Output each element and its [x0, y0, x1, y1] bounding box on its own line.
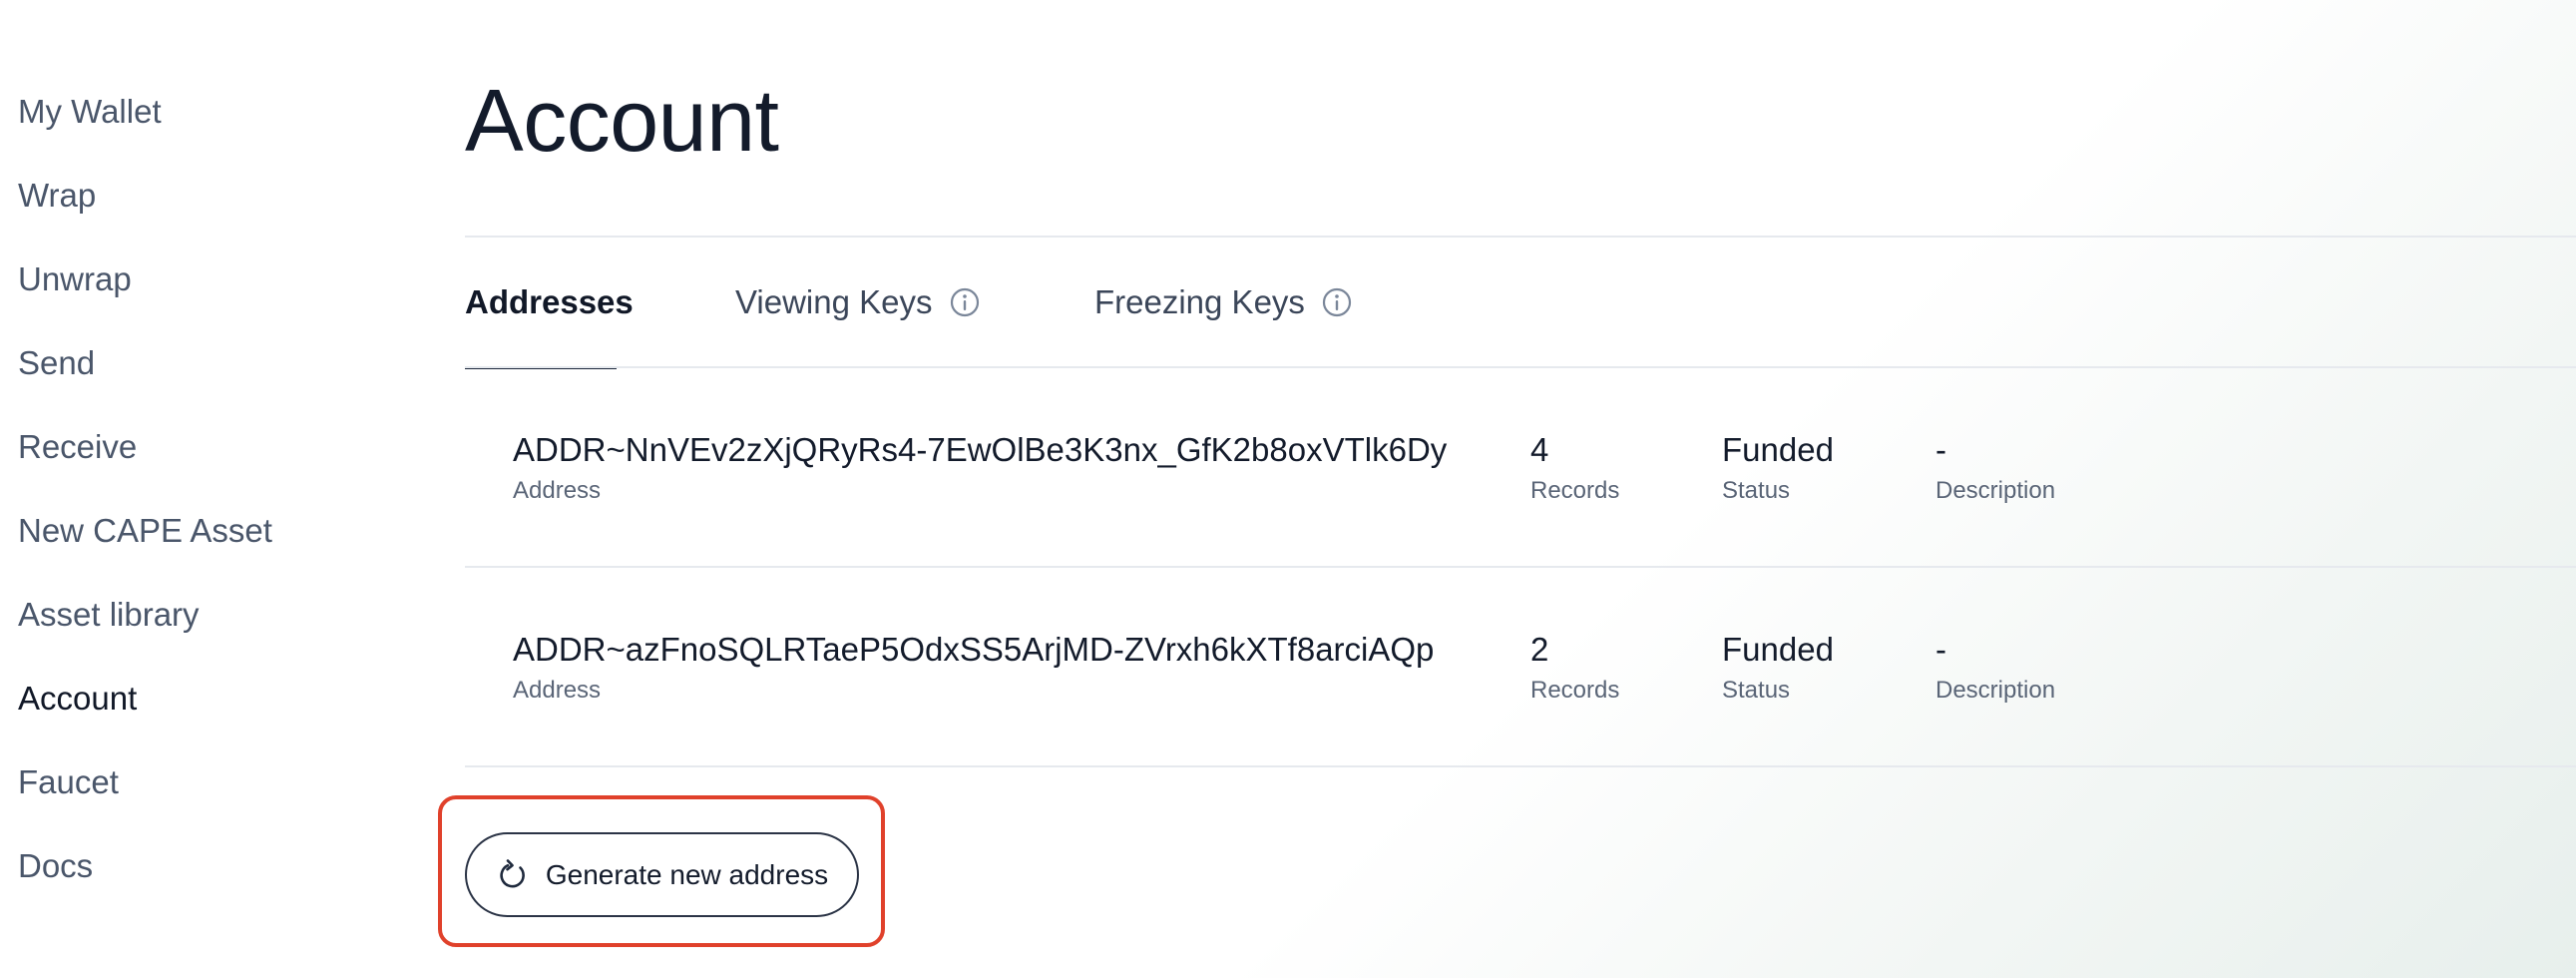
page-title: Account	[465, 71, 779, 170]
status-cell: Funded Status	[1722, 430, 1834, 508]
generate-new-address-button[interactable]: Generate new address	[465, 832, 859, 917]
sidebar-item-wrap[interactable]: Wrap	[18, 154, 377, 238]
description-label: Description	[1935, 677, 2056, 704]
sidebar-item-docs[interactable]: Docs	[18, 824, 377, 908]
sidebar-item-receive[interactable]: Receive	[18, 405, 377, 489]
tab-label: Viewing Keys	[735, 283, 933, 320]
records-value: 2	[1530, 631, 1549, 668]
table-row[interactable]: ADDR~azFnoSQLRTaeP5OdxSS5ArjMD-ZVrxh6kXT…	[465, 568, 2576, 767]
description-value: -	[1935, 431, 1946, 468]
records-cell: 2 Records	[1530, 630, 1619, 708]
sidebar-item-faucet[interactable]: Faucet	[18, 740, 377, 824]
description-cell: - Description	[1935, 630, 2055, 708]
info-icon[interactable]	[1321, 286, 1353, 318]
address-value[interactable]: ADDR~NnVEv2zXjQRyRs4-7EwOlBe3K3nx_GfK2b8…	[513, 430, 1447, 470]
tab-viewing-keys[interactable]: Viewing Keys	[735, 238, 981, 367]
status-cell: Funded Status	[1722, 630, 1834, 708]
records-cell: 4 Records	[1530, 430, 1619, 508]
address-cell: ADDR~azFnoSQLRTaeP5OdxSS5ArjMD-ZVrxh6kXT…	[513, 630, 1434, 708]
records-value: 4	[1530, 431, 1549, 468]
sidebar-item-account[interactable]: Account	[18, 657, 377, 740]
description-label: Description	[1935, 477, 2056, 504]
address-list: ADDR~NnVEv2zXjQRyRs4-7EwOlBe3K3nx_GfK2b8…	[465, 368, 2576, 767]
sidebar-item-send[interactable]: Send	[18, 321, 377, 405]
table-row[interactable]: ADDR~NnVEv2zXjQRyRs4-7EwOlBe3K3nx_GfK2b8…	[465, 368, 2576, 568]
records-label: Records	[1530, 677, 1620, 704]
description-value: -	[1935, 631, 1946, 668]
status-value: Funded	[1722, 631, 1834, 668]
tab-label: Freezing Keys	[1094, 283, 1305, 320]
info-icon[interactable]	[949, 286, 981, 318]
address-label: Address	[513, 677, 602, 704]
sidebar-item-asset-library[interactable]: Asset library	[18, 573, 377, 657]
status-label: Status	[1722, 477, 1791, 504]
status-value: Funded	[1722, 431, 1834, 468]
description-cell: - Description	[1935, 430, 2055, 508]
generate-button-label: Generate new address	[545, 858, 829, 890]
records-label: Records	[1530, 477, 1620, 504]
address-cell: ADDR~NnVEv2zXjQRyRs4-7EwOlBe3K3nx_GfK2b8…	[513, 430, 1447, 508]
tab-addresses[interactable]: Addresses	[465, 238, 634, 369]
sidebar-item-my-wallet[interactable]: My Wallet	[18, 70, 377, 154]
tab-freezing-keys[interactable]: Freezing Keys	[1094, 238, 1353, 367]
tab-bar: Addresses Viewing Keys Freezing Keys	[465, 238, 2576, 369]
status-label: Status	[1722, 677, 1791, 704]
sidebar-item-unwrap[interactable]: Unwrap	[18, 238, 377, 321]
tab-label: Addresses	[465, 283, 634, 320]
refresh-icon	[496, 858, 530, 892]
sidebar-item-new-cape-asset[interactable]: New CAPE Asset	[18, 489, 377, 573]
address-label: Address	[513, 477, 602, 504]
sidebar-nav: My Wallet Wrap Unwrap Send Receive New C…	[18, 70, 377, 908]
address-value[interactable]: ADDR~azFnoSQLRTaeP5OdxSS5ArjMD-ZVrxh6kXT…	[513, 630, 1434, 670]
